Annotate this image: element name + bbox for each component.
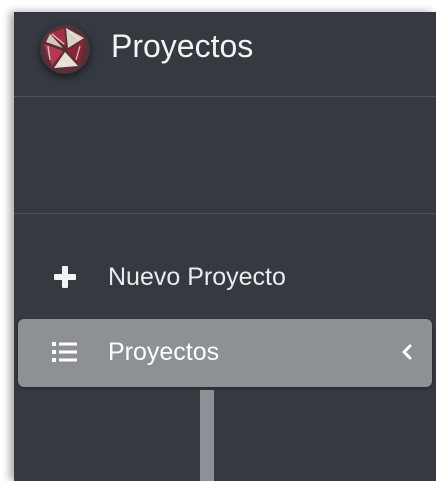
plus-icon — [52, 264, 78, 290]
sidebar-item-nuevo-proyecto[interactable]: Nuevo Proyecto — [18, 244, 432, 312]
brand-title: Proyectos — [111, 28, 254, 64]
list-icon — [52, 339, 78, 365]
brand-link[interactable]: Proyectos — [14, 12, 436, 97]
page-frame: Proyectos Nuevo Proyecto Proyectos — [0, 0, 436, 481]
brand-logo-icon — [40, 24, 90, 74]
sidebar-item-label: Nuevo Proyecto — [108, 263, 286, 291]
chevron-left-icon[interactable] — [400, 343, 414, 361]
main-sidebar: Proyectos Nuevo Proyecto Proyectos — [14, 12, 436, 481]
sidebar-item-label: Proyectos — [108, 338, 220, 366]
sidebar-item-proyectos[interactable]: Proyectos — [18, 319, 432, 387]
submenu-tree-line — [200, 390, 214, 481]
user-panel — [14, 97, 436, 214]
